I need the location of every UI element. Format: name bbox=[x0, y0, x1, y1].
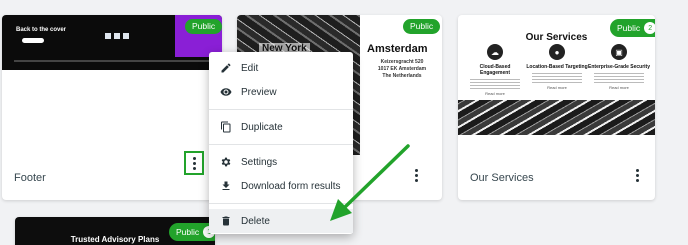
menu-divider bbox=[209, 109, 353, 110]
menu-divider bbox=[209, 203, 353, 204]
menu-item-edit[interactable]: Edit bbox=[209, 56, 353, 80]
thumbnail-city: Amsterdam bbox=[367, 43, 428, 55]
service-item: ☁ Cloud-Based Engagement Read more bbox=[464, 44, 526, 96]
menu-item-preview[interactable]: Preview bbox=[209, 80, 353, 104]
thumbnail-address: Keizersgracht 520 1017 EK Amsterdam The … bbox=[377, 59, 427, 79]
thumbnail-social-icons bbox=[105, 33, 129, 39]
card-title: Footer bbox=[14, 172, 46, 184]
more-options-button[interactable] bbox=[407, 164, 425, 186]
eye-icon bbox=[220, 88, 232, 96]
status-badge: Public bbox=[185, 19, 222, 34]
thumbnail-title: Back to the cover bbox=[16, 27, 67, 33]
thumbnail-fine-print bbox=[14, 60, 210, 62]
menu-item-download-form-results[interactable]: Download form results bbox=[209, 174, 353, 198]
lock-icon: ▣ bbox=[611, 44, 627, 60]
menu-item-settings[interactable]: Settings bbox=[209, 150, 353, 174]
service-item: ▣ Enterprise-Grade Security Read more bbox=[588, 44, 650, 90]
status-badge: Public 2 bbox=[610, 19, 655, 37]
template-card-trusted-advisory[interactable]: Trusted Advisory Plans Public 1 bbox=[15, 217, 215, 245]
gear-icon bbox=[221, 157, 231, 167]
template-card-our-services[interactable]: Our Services ☁ Cloud-Based Engagement Re… bbox=[458, 15, 655, 200]
pencil-icon bbox=[221, 63, 231, 73]
more-options-button[interactable] bbox=[628, 164, 646, 186]
cloud-icon: ☁ bbox=[487, 44, 503, 60]
service-item: ● Location-Based Targeting Read more bbox=[526, 44, 588, 90]
location-pin-icon: ● bbox=[549, 44, 565, 60]
building-image bbox=[458, 100, 655, 135]
trash-icon bbox=[222, 216, 230, 226]
copy-icon bbox=[221, 121, 231, 133]
card-context-menu: Edit Preview Duplicate Settings Download… bbox=[209, 52, 353, 234]
status-badge: Public bbox=[403, 19, 441, 34]
download-icon bbox=[222, 181, 230, 190]
card-title: Our Services bbox=[470, 172, 534, 184]
menu-item-delete[interactable]: Delete bbox=[209, 209, 353, 233]
status-count: 2 bbox=[644, 22, 655, 34]
menu-divider bbox=[209, 144, 353, 145]
more-options-button[interactable] bbox=[184, 151, 204, 175]
menu-item-duplicate[interactable]: Duplicate bbox=[209, 115, 353, 139]
thumbnail-button bbox=[22, 38, 44, 43]
